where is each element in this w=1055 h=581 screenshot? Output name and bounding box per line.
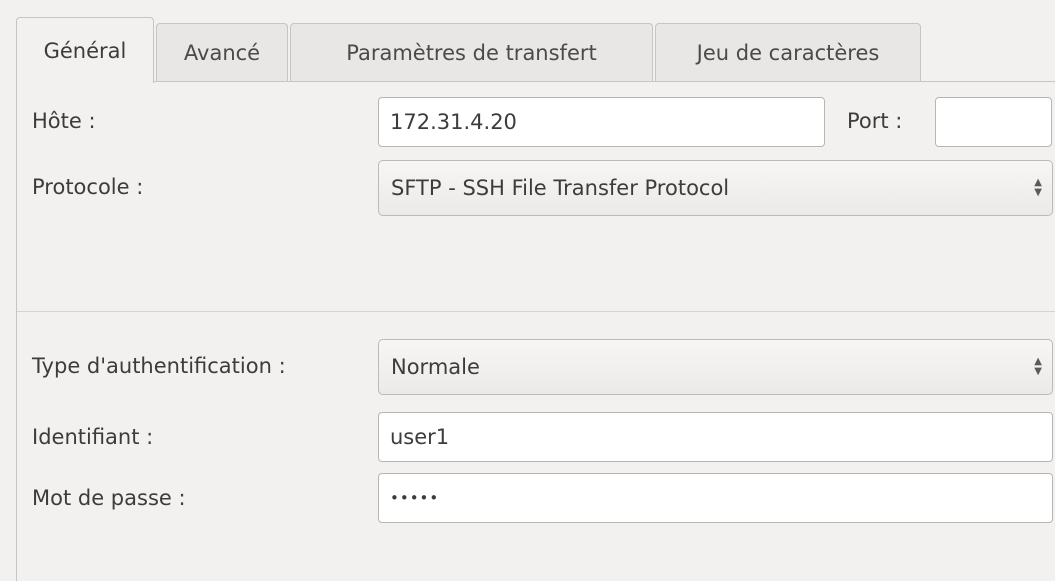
tab-transfer-settings[interactable]: Paramètres de transfert (290, 23, 653, 81)
section-separator (17, 311, 1055, 312)
tab-general[interactable]: Général (16, 17, 154, 83)
tab-advanced[interactable]: Avancé (156, 23, 288, 81)
updown-arrows-icon: ▲ ▼ (1034, 177, 1042, 198)
password-label: Mot de passe : (32, 486, 186, 510)
tab-charset[interactable]: Jeu de caractères (655, 23, 921, 81)
auth-type-label: Type d'authentification : (32, 354, 286, 378)
tab-bar: Général Avancé Paramètres de transfert J… (16, 17, 1055, 83)
port-input[interactable] (935, 97, 1052, 147)
auth-type-value: Normale (391, 355, 480, 379)
protocol-value: SFTP - SSH File Transfer Protocol (391, 176, 730, 200)
port-label: Port : (847, 109, 903, 133)
tab-advanced-label: Avancé (183, 40, 261, 65)
password-mask: ••••• (390, 489, 440, 507)
tab-transfer-settings-label: Paramètres de transfert (346, 40, 597, 65)
tab-general-label: Général (43, 38, 127, 63)
host-label: Hôte : (32, 109, 96, 133)
login-value: user1 (390, 425, 450, 449)
updown-arrows-icon: ▲ ▼ (1034, 356, 1042, 377)
login-input[interactable]: user1 (378, 412, 1053, 462)
login-label: Identifiant : (32, 425, 154, 449)
protocol-label: Protocole : (32, 175, 144, 199)
tab-charset-label: Jeu de caractères (696, 40, 880, 65)
auth-type-select[interactable]: Normale ▲ ▼ (378, 339, 1053, 395)
host-input[interactable]: 172.31.4.20 (378, 97, 825, 147)
protocol-select[interactable]: SFTP - SSH File Transfer Protocol ▲ ▼ (378, 160, 1053, 216)
password-input[interactable]: ••••• (378, 473, 1053, 523)
host-value: 172.31.4.20 (390, 110, 517, 134)
